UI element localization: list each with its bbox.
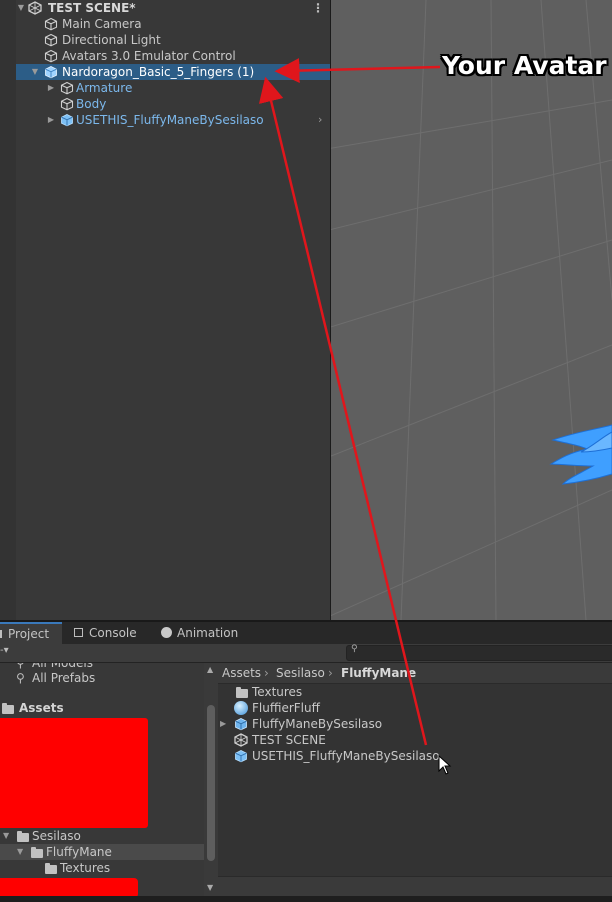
annotation-arrows	[258, 58, 441, 746]
drag-arrow-line	[258, 76, 428, 746]
callout-arrow-line	[274, 58, 441, 84]
mouse-cursor-icon	[438, 755, 452, 775]
callout-label: Your Avatar	[442, 51, 607, 80]
